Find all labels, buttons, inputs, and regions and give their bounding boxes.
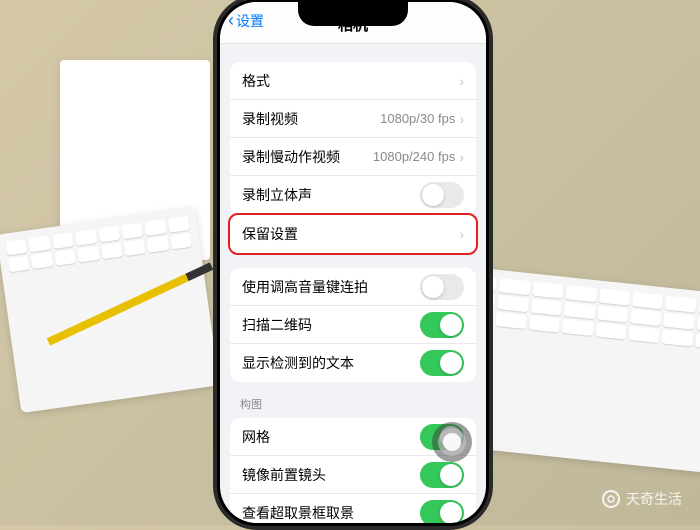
row-volume-burst[interactable]: 使用调高音量键连拍 [230,268,476,306]
watermark-text: 天奇生活 [626,489,682,509]
toggle-stereo[interactable] [420,182,464,208]
chevron-left-icon: ‹ [228,10,234,31]
row-view-outside-frame[interactable]: 查看超取景框取景 [230,494,476,523]
row-label: 网格 [242,427,420,447]
section-preserve-highlighted: 保留设置 › [228,213,478,255]
watermark-icon [602,490,620,508]
row-label: 保留设置 [242,224,459,244]
toggle-view-outside[interactable] [420,500,464,523]
row-qr-scan[interactable]: 扫描二维码 [230,306,476,344]
row-record-slomo[interactable]: 录制慢动作视频 1080p/240 fps › [230,138,476,176]
chevron-right-icon: › [459,73,464,89]
section-header-composition: 构图 [220,382,486,416]
row-label: 镜像前置镜头 [242,465,420,485]
toggle-qr[interactable] [420,312,464,338]
assistive-touch-button[interactable] [432,422,472,462]
row-value: 1080p/30 fps [380,111,455,126]
row-format[interactable]: 格式 › [230,62,476,100]
row-label: 录制视频 [242,109,380,129]
row-value: 1080p/240 fps [373,149,455,164]
phone-frame: ‹ 设置 相机 格式 › 录制视频 1080p/30 fps › [213,0,493,530]
row-mirror-front[interactable]: 镜像前置镜头 [230,456,476,494]
toggle-mirror-front[interactable] [420,462,464,488]
chevron-right-icon: › [459,226,464,242]
row-label: 录制立体声 [242,185,420,205]
toggle-volume-burst[interactable] [420,274,464,300]
chevron-right-icon: › [459,111,464,127]
back-label: 设置 [236,11,264,31]
phone-screen: ‹ 设置 相机 格式 › 录制视频 1080p/30 fps › [220,2,486,523]
row-label: 录制慢动作视频 [242,147,373,167]
row-label: 扫描二维码 [242,315,420,335]
section-main-2: 使用调高音量键连拍 扫描二维码 显示检测到的文本 [230,268,476,382]
row-stereo[interactable]: 录制立体声 [230,176,476,214]
back-button[interactable]: ‹ 设置 [228,10,264,31]
row-label: 格式 [242,71,459,91]
chevron-right-icon: › [459,149,464,165]
row-record-video[interactable]: 录制视频 1080p/30 fps › [230,100,476,138]
row-label: 使用调高音量键连拍 [242,277,420,297]
section-main: 格式 › 录制视频 1080p/30 fps › 录制慢动作视频 1080p/2… [230,62,476,214]
toggle-detected-text[interactable] [420,350,464,376]
row-label: 显示检测到的文本 [242,353,420,373]
notch [298,2,408,26]
row-label: 查看超取景框取景 [242,503,420,523]
row-preserve-settings[interactable]: 保留设置 › [230,215,476,253]
watermark: 天奇生活 [602,489,682,509]
row-detected-text[interactable]: 显示检测到的文本 [230,344,476,382]
